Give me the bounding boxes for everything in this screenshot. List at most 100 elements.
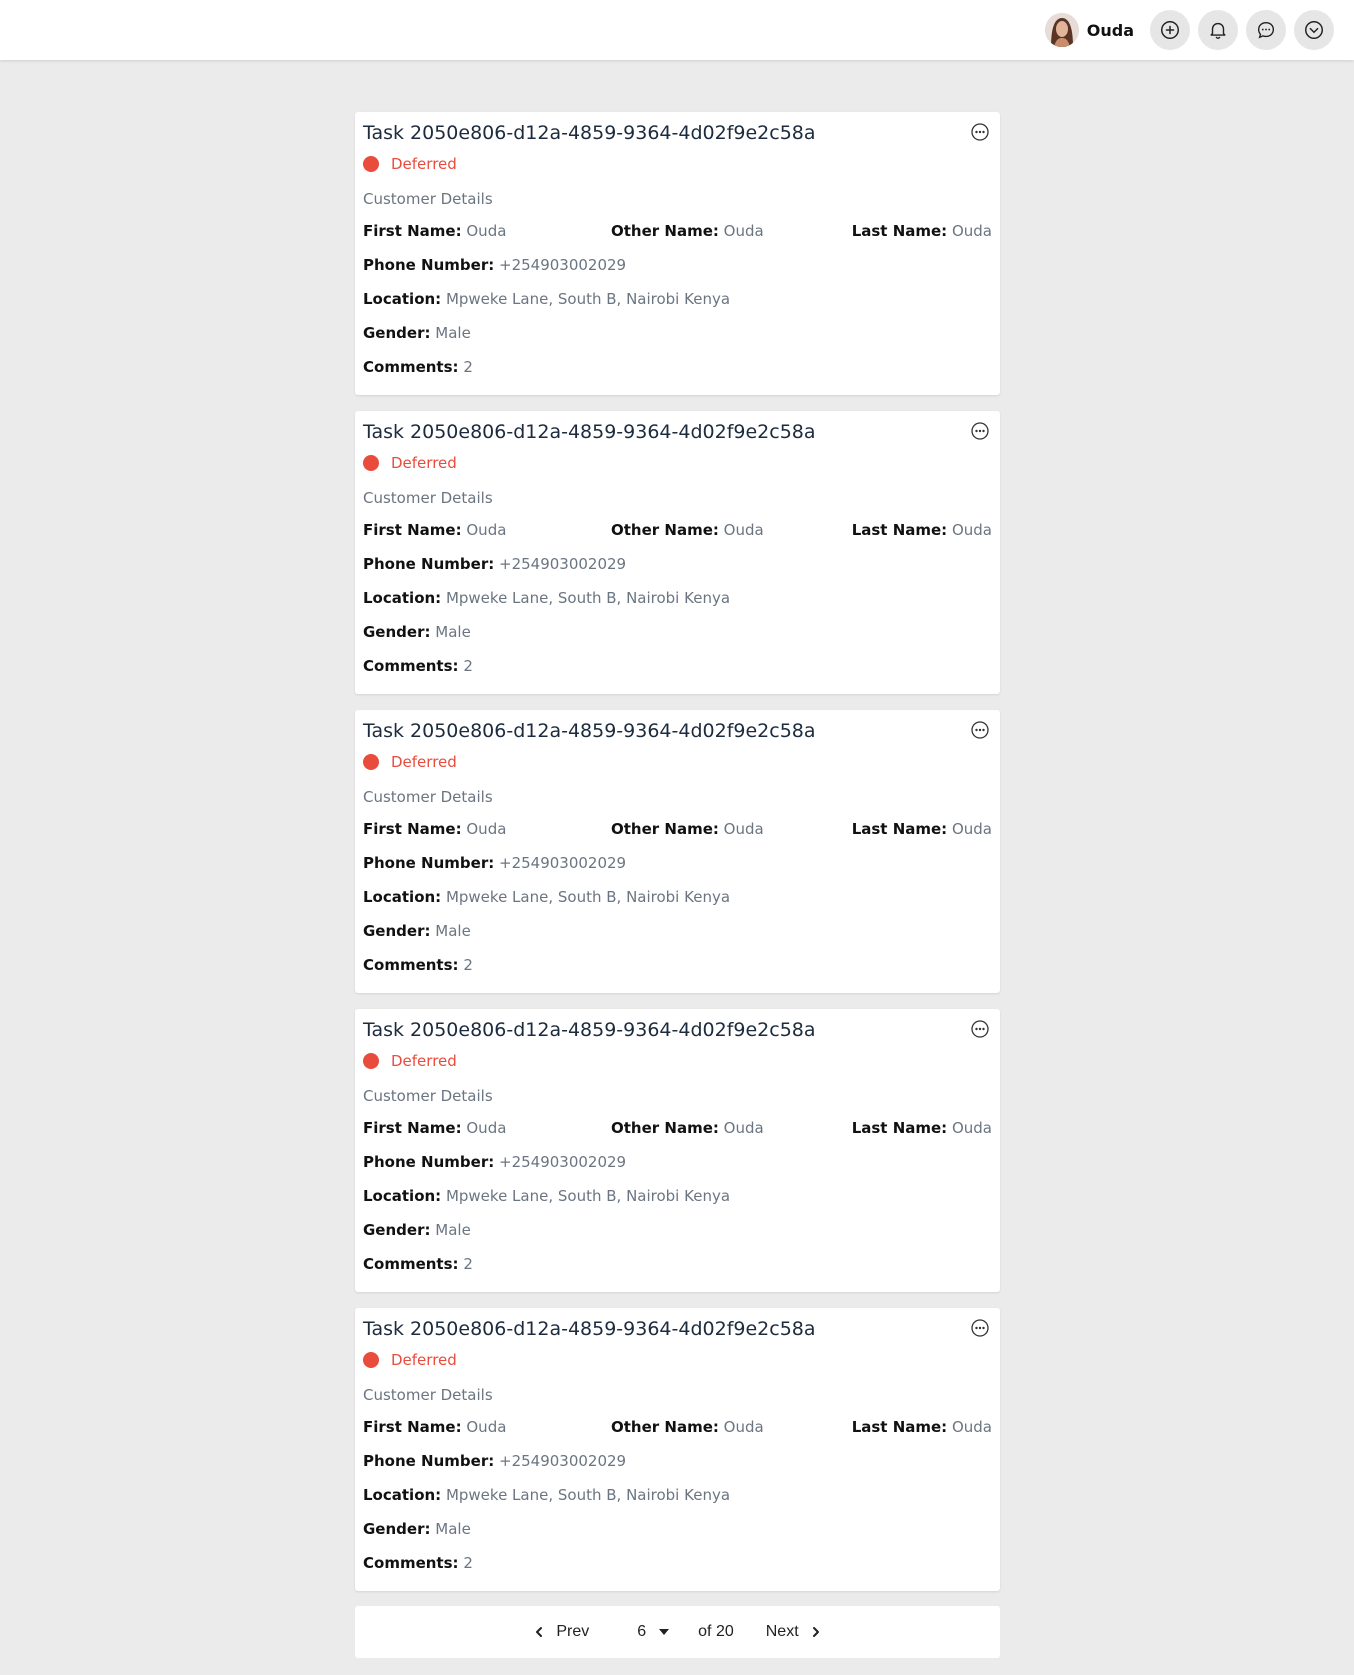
messages-button[interactable]: [1246, 10, 1286, 50]
status-dot-icon: [363, 156, 379, 172]
location-value: Mpweke Lane, South B, Nairobi Kenya: [445, 1486, 731, 1504]
gender-label: Gender:: [363, 1520, 431, 1538]
location-label: Location:: [363, 1486, 442, 1504]
account-menu-button[interactable]: [1294, 10, 1334, 50]
status-label: Deferred: [391, 155, 457, 173]
name-row: First Name: Ouda Other Name: Ouda Last N…: [363, 520, 992, 540]
pagination: Prev 6 of 20 Next: [355, 1606, 1000, 1658]
status-badge: Deferred: [363, 154, 992, 174]
location-label: Location:: [363, 589, 442, 607]
task-title[interactable]: Task 2050e806-d12a-4859-9364-4d02f9e2c58…: [363, 120, 992, 146]
phone-label: Phone Number:: [363, 854, 495, 872]
status-label: Deferred: [391, 1351, 457, 1369]
first-name-value: Ouda: [466, 1418, 507, 1436]
gender-row: Gender: Male: [363, 1220, 992, 1240]
status-dot-icon: [363, 1053, 379, 1069]
gender-row: Gender: Male: [363, 921, 992, 941]
status-badge: Deferred: [363, 453, 992, 473]
location-value: Mpweke Lane, South B, Nairobi Kenya: [445, 1187, 731, 1205]
prev-label[interactable]: Prev: [556, 1623, 589, 1641]
comments-value: 2: [463, 1255, 473, 1273]
first-name-label: First Name:: [363, 1119, 462, 1137]
task-title[interactable]: Task 2050e806-d12a-4859-9364-4d02f9e2c58…: [363, 718, 992, 744]
section-title: Customer Details: [363, 1386, 493, 1404]
location-label: Location:: [363, 290, 442, 308]
location-row: Location: Mpweke Lane, South B, Nairobi …: [363, 588, 992, 608]
other-name-label: Other Name:: [611, 1418, 719, 1436]
location-value: Mpweke Lane, South B, Nairobi Kenya: [445, 589, 731, 607]
location-row: Location: Mpweke Lane, South B, Nairobi …: [363, 1485, 992, 1505]
chevron-down-circle-icon: [1305, 21, 1323, 39]
gender-value: Male: [435, 623, 471, 641]
other-name-value: Ouda: [723, 222, 764, 240]
avatar-image: [1044, 13, 1079, 47]
prev-button[interactable]: Prev: [532, 1623, 589, 1641]
user-profile[interactable]: Ouda: [1044, 13, 1134, 47]
phone-row: Phone Number: +254903002029: [363, 255, 992, 275]
task-card[interactable]: Task 2050e806-d12a-4859-9364-4d02f9e2c58…: [355, 1308, 1000, 1591]
comments-value: 2: [463, 657, 473, 675]
task-card[interactable]: Task 2050e806-d12a-4859-9364-4d02f9e2c58…: [355, 411, 1000, 694]
first-name-value: Ouda: [466, 820, 507, 838]
last-name-value: Ouda: [951, 1119, 992, 1137]
phone-value: +254903002029: [499, 1452, 627, 1470]
first-name-value: Ouda: [466, 222, 507, 240]
status-dot-icon: [363, 1352, 379, 1368]
gender-value: Male: [435, 1221, 471, 1239]
gender-label: Gender:: [363, 324, 431, 342]
status-label: Deferred: [391, 1052, 457, 1070]
task-card[interactable]: Task 2050e806-d12a-4859-9364-4d02f9e2c58…: [355, 1009, 1000, 1292]
more-options-icon[interactable]: [970, 1019, 990, 1039]
task-list: Task 2050e806-d12a-4859-9364-4d02f9e2c58…: [355, 112, 1000, 1607]
first-name-label: First Name:: [363, 521, 462, 539]
first-name-value: Ouda: [466, 1119, 507, 1137]
first-name-label: First Name:: [363, 820, 462, 838]
location-value: Mpweke Lane, South B, Nairobi Kenya: [445, 888, 731, 906]
phone-row: Phone Number: +254903002029: [363, 1152, 992, 1172]
comments-label: Comments:: [363, 657, 459, 675]
task-title[interactable]: Task 2050e806-d12a-4859-9364-4d02f9e2c58…: [363, 1316, 992, 1342]
first-name-label: First Name:: [363, 1418, 462, 1436]
gender-value: Male: [435, 324, 471, 342]
phone-label: Phone Number:: [363, 555, 495, 573]
last-name-label: Last Name:: [851, 222, 948, 240]
other-name-label: Other Name:: [611, 521, 719, 539]
avatar[interactable]: [1044, 13, 1079, 47]
task-card[interactable]: Task 2050e806-d12a-4859-9364-4d02f9e2c58…: [355, 112, 1000, 395]
add-button[interactable]: [1150, 10, 1190, 50]
page-total: of 20: [698, 1623, 734, 1640]
task-card[interactable]: Task 2050e806-d12a-4859-9364-4d02f9e2c58…: [355, 710, 1000, 993]
chat-icon: [1257, 21, 1275, 39]
phone-label: Phone Number:: [363, 1153, 495, 1171]
notifications-button[interactable]: [1198, 10, 1238, 50]
more-options-icon[interactable]: [970, 1318, 990, 1338]
task-title[interactable]: Task 2050e806-d12a-4859-9364-4d02f9e2c58…: [363, 1017, 992, 1043]
other-name-value: Ouda: [723, 1418, 764, 1436]
phone-value: +254903002029: [499, 1153, 627, 1171]
other-name-value: Ouda: [723, 1119, 764, 1137]
phone-label: Phone Number:: [363, 1452, 495, 1470]
status-dot-icon: [363, 455, 379, 471]
first-name-value: Ouda: [466, 521, 507, 539]
comments-label: Comments:: [363, 358, 459, 376]
task-title[interactable]: Task 2050e806-d12a-4859-9364-4d02f9e2c58…: [363, 419, 992, 445]
next-label[interactable]: Next: [766, 1623, 799, 1641]
comments-label: Comments:: [363, 956, 459, 974]
bell-icon: [1210, 22, 1226, 39]
status-badge: Deferred: [363, 752, 992, 772]
gender-label: Gender:: [363, 922, 431, 940]
location-value: Mpweke Lane, South B, Nairobi Kenya: [445, 290, 731, 308]
top-bar: Ouda: [0, 0, 1354, 60]
next-button[interactable]: Next: [766, 1623, 823, 1641]
more-options-icon[interactable]: [970, 122, 990, 142]
gender-label: Gender:: [363, 1221, 431, 1239]
page-select[interactable]: 6: [637, 1623, 670, 1641]
username[interactable]: Ouda: [1087, 21, 1134, 40]
comments-row: Comments: 2: [363, 1553, 992, 1573]
status-badge: Deferred: [363, 1350, 992, 1370]
more-options-icon[interactable]: [970, 720, 990, 740]
other-name-value: Ouda: [723, 820, 764, 838]
current-page[interactable]: 6: [637, 1623, 646, 1641]
phone-row: Phone Number: +254903002029: [363, 853, 992, 873]
more-options-icon[interactable]: [970, 421, 990, 441]
